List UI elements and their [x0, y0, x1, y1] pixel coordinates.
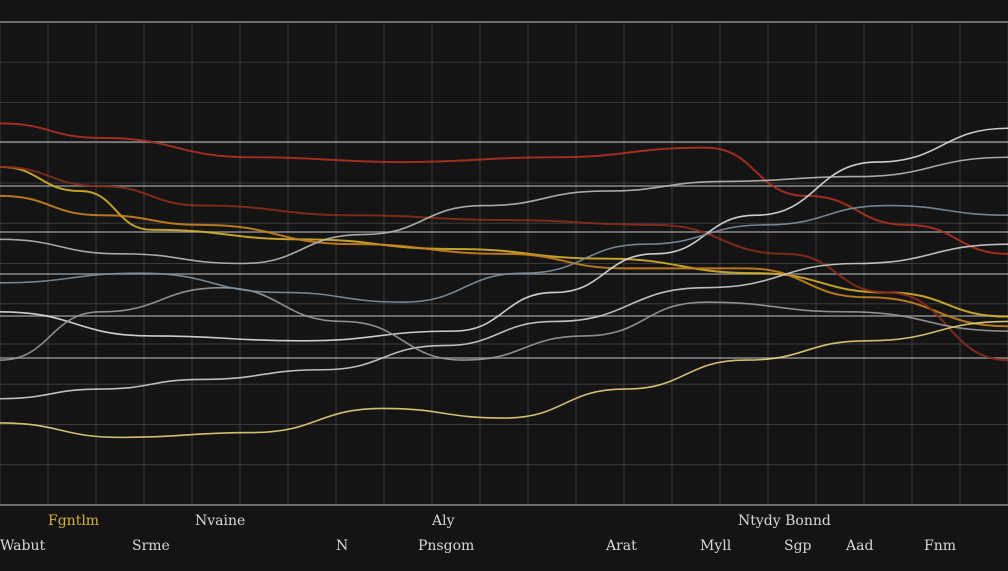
series-line-8: [0, 286, 1008, 361]
chart: Fgntlm Nvaine Aly Ntydy Bonnd Wabut Srme N Pnsg…: [0, 0, 1008, 567]
x-tick-label: Arat: [605, 538, 637, 554]
chart-svg: Fgntlm Nvaine Aly Ntydy Bonnd Wabut Srme N Pnsg…: [0, 21, 1008, 554]
x-tick-label: Fgntlm: [48, 513, 99, 529]
series-layer: [0, 122, 1008, 439]
x-tick-label: Myll: [700, 538, 732, 554]
x-tick-label: Ntydy Bonnd: [738, 513, 831, 529]
x-tick-label: Fnm: [924, 538, 956, 554]
x-tick-label: Pnsgom: [418, 538, 474, 554]
x-tick-label: Aly: [431, 513, 455, 529]
series-line-2: [0, 194, 1008, 328]
series-line-1: [0, 165, 1008, 318]
x-tick-label: Nvaine: [195, 513, 245, 529]
x-tick-label: Srme: [132, 538, 170, 554]
x-tick-label: N: [336, 538, 348, 554]
series-line-6: [0, 243, 1008, 400]
label-layer: Fgntlm Nvaine Aly Ntydy Bonnd Wabut Srme N Pnsg…: [0, 513, 956, 554]
x-tick-label: Sgp: [784, 538, 812, 554]
series-line-9: [0, 320, 1008, 439]
series-line-5: [0, 127, 1008, 342]
x-tick-label: Wabut: [0, 538, 45, 554]
x-tick-label: Aad: [845, 538, 873, 554]
